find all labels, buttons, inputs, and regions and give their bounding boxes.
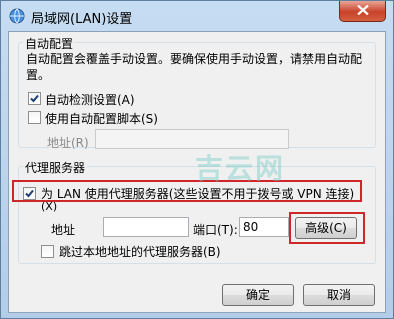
proxy-port-input[interactable] (239, 217, 289, 237)
auto-detect-label[interactable]: 自动检测设置(A) (45, 91, 135, 108)
auto-config-description-line1: 自动配置会覆盖手动设置。要确保使用手动设置，请禁用自动配 (26, 52, 363, 66)
proxy-address-input[interactable] (103, 217, 189, 237)
checkmark-icon (30, 94, 39, 103)
title-bar: 局域网(LAN)设置 (1, 1, 393, 31)
close-icon (356, 4, 369, 18)
network-globe-icon (9, 8, 25, 24)
proxy-address-label: 地址 (51, 223, 76, 237)
close-button[interactable] (339, 1, 386, 22)
script-address-input[interactable] (95, 129, 289, 149)
use-proxy-highlight (12, 180, 362, 202)
auto-detect-checkbox[interactable] (28, 92, 41, 105)
bypass-local-label[interactable]: 跳过本地地址的代理服务器(B) (59, 243, 221, 260)
watermark-text: 吉云网 (195, 152, 286, 185)
auto-config-script-checkbox[interactable] (28, 111, 41, 124)
proxy-port-label: 端口(T): (193, 223, 238, 237)
cancel-button[interactable]: 取消 (303, 284, 375, 306)
window-title: 局域网(LAN)设置 (31, 12, 133, 27)
ok-button[interactable]: 确定 (222, 284, 294, 306)
lan-settings-dialog: 局域网(LAN)设置 自动配置 自动配置会覆盖手动设置。要确保使用手动设置，请禁… (0, 0, 394, 319)
bypass-local-checkbox[interactable] (41, 245, 54, 258)
proxy-legend: 代理服务器 (23, 159, 88, 176)
auto-config-script-label[interactable]: 使用自动配置脚本(S) (45, 110, 158, 127)
advanced-highlight (289, 212, 365, 244)
dialog-body: 自动配置 自动配置会覆盖手动设置。要确保使用手动设置，请禁用自动配 置。 自动检… (8, 31, 386, 313)
script-address-label: 地址(R) (47, 136, 89, 150)
auto-config-description-line2: 置。 (26, 68, 51, 82)
